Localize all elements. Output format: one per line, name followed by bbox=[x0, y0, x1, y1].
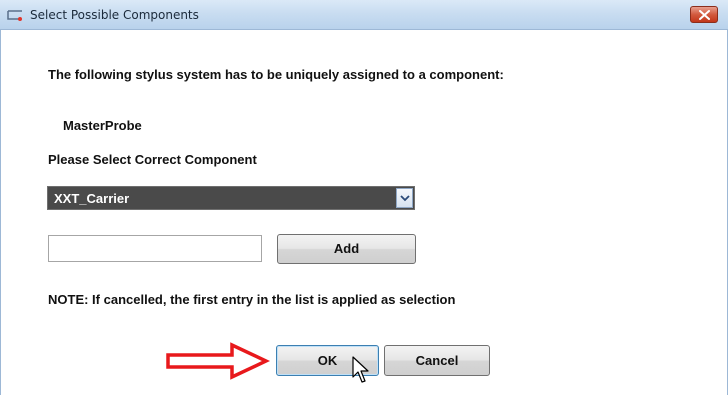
chevron-down-icon bbox=[400, 195, 410, 202]
dropdown-button[interactable] bbox=[396, 188, 413, 208]
assignment-message: The following stylus system has to be un… bbox=[48, 67, 504, 82]
window-frame-left bbox=[0, 30, 1, 395]
component-select[interactable]: XXT_Carrier bbox=[47, 186, 415, 210]
annotation-arrow-icon bbox=[166, 342, 270, 380]
close-button[interactable] bbox=[690, 6, 718, 23]
select-prompt: Please Select Correct Component bbox=[48, 152, 257, 167]
stylus-name: MasterProbe bbox=[63, 118, 142, 133]
title-bar[interactable]: Select Possible Components bbox=[0, 0, 728, 30]
cancel-note: NOTE: If cancelled, the first entry in t… bbox=[48, 292, 456, 307]
dialog-window: Select Possible Components The following… bbox=[0, 0, 728, 395]
mouse-pointer-icon bbox=[352, 356, 369, 383]
component-select-value: XXT_Carrier bbox=[54, 191, 130, 206]
app-icon bbox=[6, 8, 24, 22]
new-component-input[interactable] bbox=[48, 235, 262, 262]
cancel-button[interactable]: Cancel bbox=[384, 345, 490, 376]
window-title: Select Possible Components bbox=[30, 8, 199, 22]
close-icon bbox=[699, 10, 710, 20]
add-button[interactable]: Add bbox=[277, 234, 416, 264]
